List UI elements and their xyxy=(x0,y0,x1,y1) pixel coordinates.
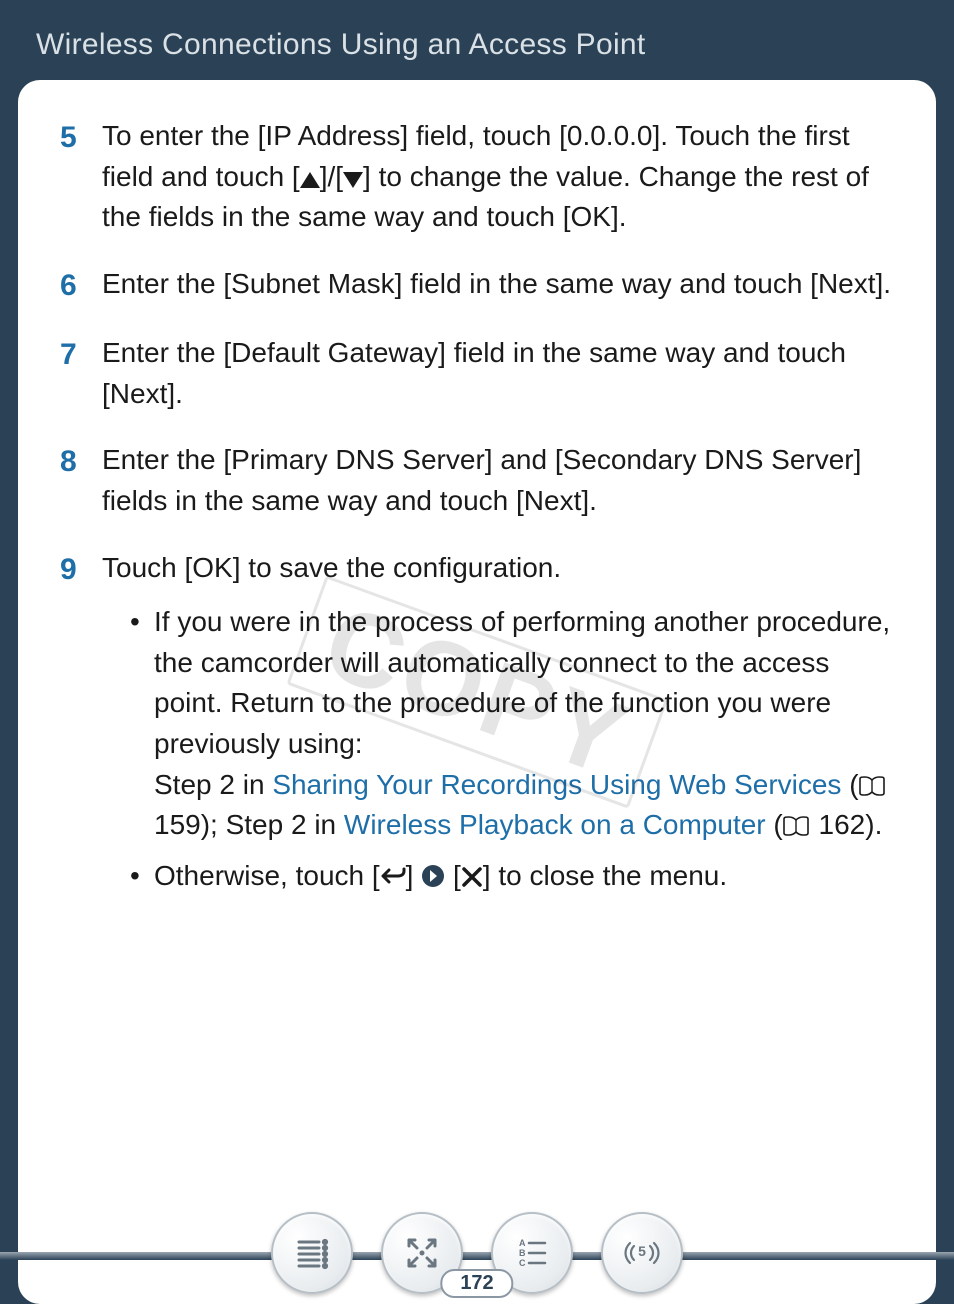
sub-body: Otherwise, touch [] [ ] to close the menu… xyxy=(154,856,894,900)
sub-text: ( xyxy=(766,809,783,840)
step-body: To enter the [IP Address] field, touch [… xyxy=(102,116,894,238)
toc-button[interactable] xyxy=(271,1212,353,1294)
sub-text: Step 2 in xyxy=(154,769,272,800)
book-icon xyxy=(859,767,885,787)
svg-text:B: B xyxy=(519,1248,526,1258)
step-7: 7 Enter the [Default Gateway] field in t… xyxy=(60,333,894,414)
page-root: Wireless Connections Using an Access Poi… xyxy=(0,0,954,1304)
sub-text: 159); Step 2 in xyxy=(154,809,344,840)
step-body: Enter the [Primary DNS Server] and [Seco… xyxy=(102,440,894,521)
sub-text: [ xyxy=(445,860,461,891)
step-6: 6 Enter the [Subnet Mask] field in the s… xyxy=(60,264,894,308)
sub-text: ] to close the menu. xyxy=(483,860,727,891)
sub-text: 162). xyxy=(811,809,883,840)
step-number: 8 xyxy=(60,440,102,521)
link-wireless-playback[interactable]: Wireless Playback on a Computer xyxy=(344,809,766,840)
triangle-up-icon xyxy=(300,172,320,188)
svg-text:5: 5 xyxy=(638,1243,646,1259)
book-icon xyxy=(783,807,809,827)
step-body: Enter the [Subnet Mask] field in the sam… xyxy=(102,264,894,308)
sub-text: If you were in the process of performing… xyxy=(154,606,890,759)
sub-text: ( xyxy=(841,769,858,800)
back-arrow-icon xyxy=(380,859,406,900)
svg-text:C: C xyxy=(519,1258,526,1268)
page-title: Wireless Connections Using an Access Poi… xyxy=(0,0,954,80)
close-x-icon xyxy=(461,859,483,900)
step-number: 6 xyxy=(60,264,102,308)
sub-text: ] xyxy=(406,860,422,891)
sub-list: • If you were in the process of performi… xyxy=(102,602,894,899)
content-card: COPY 5 To enter the [IP Address] field, … xyxy=(18,80,936,1304)
triangle-down-icon xyxy=(343,172,363,188)
page-number-badge: 172 xyxy=(440,1269,513,1298)
next-chevron-icon xyxy=(421,859,445,900)
sub-text: Otherwise, touch [ xyxy=(154,860,380,891)
step-number: 7 xyxy=(60,333,102,414)
step-number: 5 xyxy=(60,116,102,238)
step-text: Touch [OK] to save the configuration. xyxy=(102,552,561,583)
step-8: 8 Enter the [Primary DNS Server] and [Se… xyxy=(60,440,894,521)
step-text: ]/[ xyxy=(320,161,343,192)
svg-text:A: A xyxy=(519,1238,526,1248)
bullet: • xyxy=(130,602,154,846)
step-number: 9 xyxy=(60,548,102,910)
step-9: 9 Touch [OK] to save the configuration. … xyxy=(60,548,894,910)
list-item: • Otherwise, touch [] [ ] to close the me… xyxy=(130,856,894,900)
bullet: • xyxy=(130,856,154,900)
link-sharing-recordings[interactable]: Sharing Your Recordings Using Web Servic… xyxy=(272,769,841,800)
step-5: 5 To enter the [IP Address] field, touch… xyxy=(60,116,894,238)
wireless-button[interactable]: 5 xyxy=(601,1212,683,1294)
step-body: Enter the [Default Gateway] field in the… xyxy=(102,333,894,414)
sub-body: If you were in the process of performing… xyxy=(154,602,894,846)
list-item: • If you were in the process of performi… xyxy=(130,602,894,846)
step-body: Touch [OK] to save the configuration. • … xyxy=(102,548,894,910)
